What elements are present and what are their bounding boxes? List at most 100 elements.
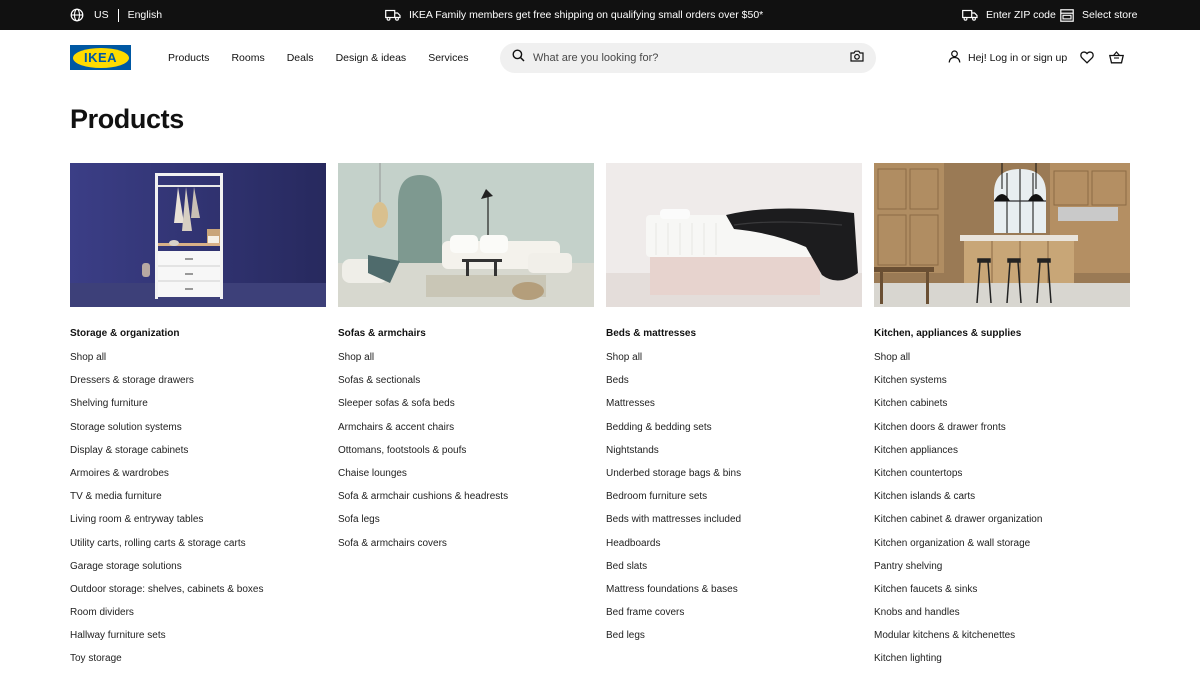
list-item[interactable]: Toy storage	[70, 653, 326, 675]
list-item[interactable]: Kitchen countertops	[874, 468, 1130, 491]
list-item[interactable]: Sofa legs	[338, 514, 594, 537]
list-item[interactable]: Sofa & armchairs covers	[338, 538, 594, 561]
list-item[interactable]: Kitchen organization & wall storage	[874, 538, 1130, 561]
nav-services[interactable]: Services	[428, 52, 468, 64]
search-icon[interactable]	[512, 49, 525, 67]
account-label: Hej! Log in or sign up	[968, 52, 1068, 64]
list-item[interactable]: Headboards	[606, 538, 862, 561]
nav-products[interactable]: Products	[168, 52, 209, 64]
list-item[interactable]: Beds	[606, 375, 862, 398]
list-item[interactable]: Modular kitchens & kitchenettes	[874, 630, 1130, 653]
list-item[interactable]: Sofa & armchair cushions & headrests	[338, 491, 594, 514]
category-list-kitchen: Shop all Kitchen systems Kitchen cabinet…	[874, 352, 1130, 675]
cart-icon[interactable]	[1108, 51, 1125, 69]
list-item[interactable]: Shop all	[338, 352, 594, 375]
list-item[interactable]: Kitchen faucets & sinks	[874, 584, 1130, 607]
list-item[interactable]: Bed slats	[606, 561, 862, 584]
list-item[interactable]: Chaise lounges	[338, 468, 594, 491]
zip-label: Enter ZIP code	[986, 9, 1056, 21]
category-title-beds[interactable]: Beds & mattresses	[606, 328, 862, 340]
category-column-kitchen: Kitchen, appliances & supplies Shop all …	[874, 163, 1130, 675]
truck-icon	[962, 9, 978, 21]
category-image-sofas[interactable]	[338, 163, 594, 307]
list-item[interactable]: Armchairs & accent chairs	[338, 422, 594, 445]
main-header: IKEA Products Rooms Deals Design & ideas…	[0, 30, 1200, 86]
nav-design-ideas[interactable]: Design & ideas	[336, 52, 407, 64]
list-item[interactable]: Bed frame covers	[606, 607, 862, 630]
logo-oval: IKEA	[72, 47, 129, 68]
locale-divider	[117, 8, 119, 22]
store-label: Select store	[1082, 9, 1138, 21]
list-item[interactable]: Utility carts, rolling carts & storage c…	[70, 538, 326, 561]
category-image-storage[interactable]	[70, 163, 326, 307]
list-item[interactable]: Storage solution systems	[70, 422, 326, 445]
list-item[interactable]: Hallway furniture sets	[70, 630, 326, 653]
country-label: US	[94, 9, 109, 21]
list-item[interactable]: Shop all	[874, 352, 1130, 375]
list-item[interactable]: Ottomans, footstools & poufs	[338, 445, 594, 468]
list-item[interactable]: Living room & entryway tables	[70, 514, 326, 537]
promo-text: IKEA Family members get free shipping on…	[409, 9, 764, 21]
main-nav: Products Rooms Deals Design & ideas Serv…	[168, 30, 468, 86]
language-label: English	[127, 9, 163, 21]
category-image-beds[interactable]	[606, 163, 862, 307]
list-item[interactable]: Shop all	[70, 352, 326, 375]
search-input[interactable]	[533, 52, 850, 64]
category-list-sofas: Shop all Sofas & sectionals Sleeper sofa…	[338, 352, 594, 561]
globe-icon	[70, 8, 84, 22]
ikea-logo[interactable]: IKEA	[70, 45, 131, 70]
category-column-storage: Storage & organization Shop all Dressers…	[70, 163, 326, 675]
list-item[interactable]: Bed legs	[606, 630, 862, 653]
list-item[interactable]: Garage storage solutions	[70, 561, 326, 584]
category-title-kitchen[interactable]: Kitchen, appliances & supplies	[874, 328, 1130, 340]
category-title-sofas[interactable]: Sofas & armchairs	[338, 328, 594, 340]
category-title-storage[interactable]: Storage & organization	[70, 328, 326, 340]
list-item[interactable]: Kitchen cabinets	[874, 398, 1130, 421]
category-list-beds: Shop all Beds Mattresses Bedding & beddi…	[606, 352, 862, 653]
list-item[interactable]: Mattress foundations & bases	[606, 584, 862, 607]
list-item[interactable]: Beds with mattresses included	[606, 514, 862, 537]
select-store-button[interactable]: Select store	[1060, 0, 1137, 30]
page-title: Products	[70, 104, 184, 134]
list-item[interactable]: Kitchen appliances	[874, 445, 1130, 468]
locale-selector[interactable]: US English	[70, 0, 162, 30]
top-bar: US English IKEA Family members get free …	[0, 0, 1200, 30]
camera-icon[interactable]	[850, 49, 864, 67]
list-item[interactable]: Kitchen islands & carts	[874, 491, 1130, 514]
promo-banner[interactable]: IKEA Family members get free shipping on…	[385, 0, 763, 30]
list-item[interactable]: Display & storage cabinets	[70, 445, 326, 468]
list-item[interactable]: TV & media furniture	[70, 491, 326, 514]
nav-rooms[interactable]: Rooms	[231, 52, 264, 64]
list-item[interactable]: Knobs and handles	[874, 607, 1130, 630]
account-link[interactable]: Hej! Log in or sign up	[948, 30, 1067, 86]
truck-icon	[385, 9, 401, 21]
category-column-beds: Beds & mattresses Shop all Beds Mattress…	[606, 163, 862, 653]
list-item[interactable]: Sofas & sectionals	[338, 375, 594, 398]
list-item[interactable]: Dressers & storage drawers	[70, 375, 326, 398]
list-item[interactable]: Sleeper sofas & sofa beds	[338, 398, 594, 421]
nav-deals[interactable]: Deals	[287, 52, 314, 64]
list-item[interactable]: Pantry shelving	[874, 561, 1130, 584]
list-item[interactable]: Shelving furniture	[70, 398, 326, 421]
category-column-sofas: Sofas & armchairs Shop all Sofas & secti…	[338, 163, 594, 561]
list-item[interactable]: Kitchen systems	[874, 375, 1130, 398]
zip-code-button[interactable]: Enter ZIP code	[962, 0, 1056, 30]
list-item[interactable]: Armoires & wardrobes	[70, 468, 326, 491]
category-image-kitchen[interactable]	[874, 163, 1130, 307]
list-item[interactable]: Room dividers	[70, 607, 326, 630]
list-item[interactable]: Kitchen lighting	[874, 653, 1130, 675]
list-item[interactable]: Nightstands	[606, 445, 862, 468]
store-icon	[1060, 8, 1074, 22]
list-item[interactable]: Underbed storage bags & bins	[606, 468, 862, 491]
list-item[interactable]: Mattresses	[606, 398, 862, 421]
list-item[interactable]: Kitchen doors & drawer fronts	[874, 422, 1130, 445]
list-item[interactable]: Shop all	[606, 352, 862, 375]
list-item[interactable]: Kitchen cabinet & drawer organization	[874, 514, 1130, 537]
list-item[interactable]: Outdoor storage: shelves, cabinets & box…	[70, 584, 326, 607]
list-item[interactable]: Bedroom furniture sets	[606, 491, 862, 514]
search-bar	[500, 43, 876, 73]
user-icon	[948, 50, 961, 66]
heart-icon[interactable]	[1080, 51, 1094, 69]
category-list-storage: Shop all Dressers & storage drawers Shel…	[70, 352, 326, 675]
list-item[interactable]: Bedding & bedding sets	[606, 422, 862, 445]
